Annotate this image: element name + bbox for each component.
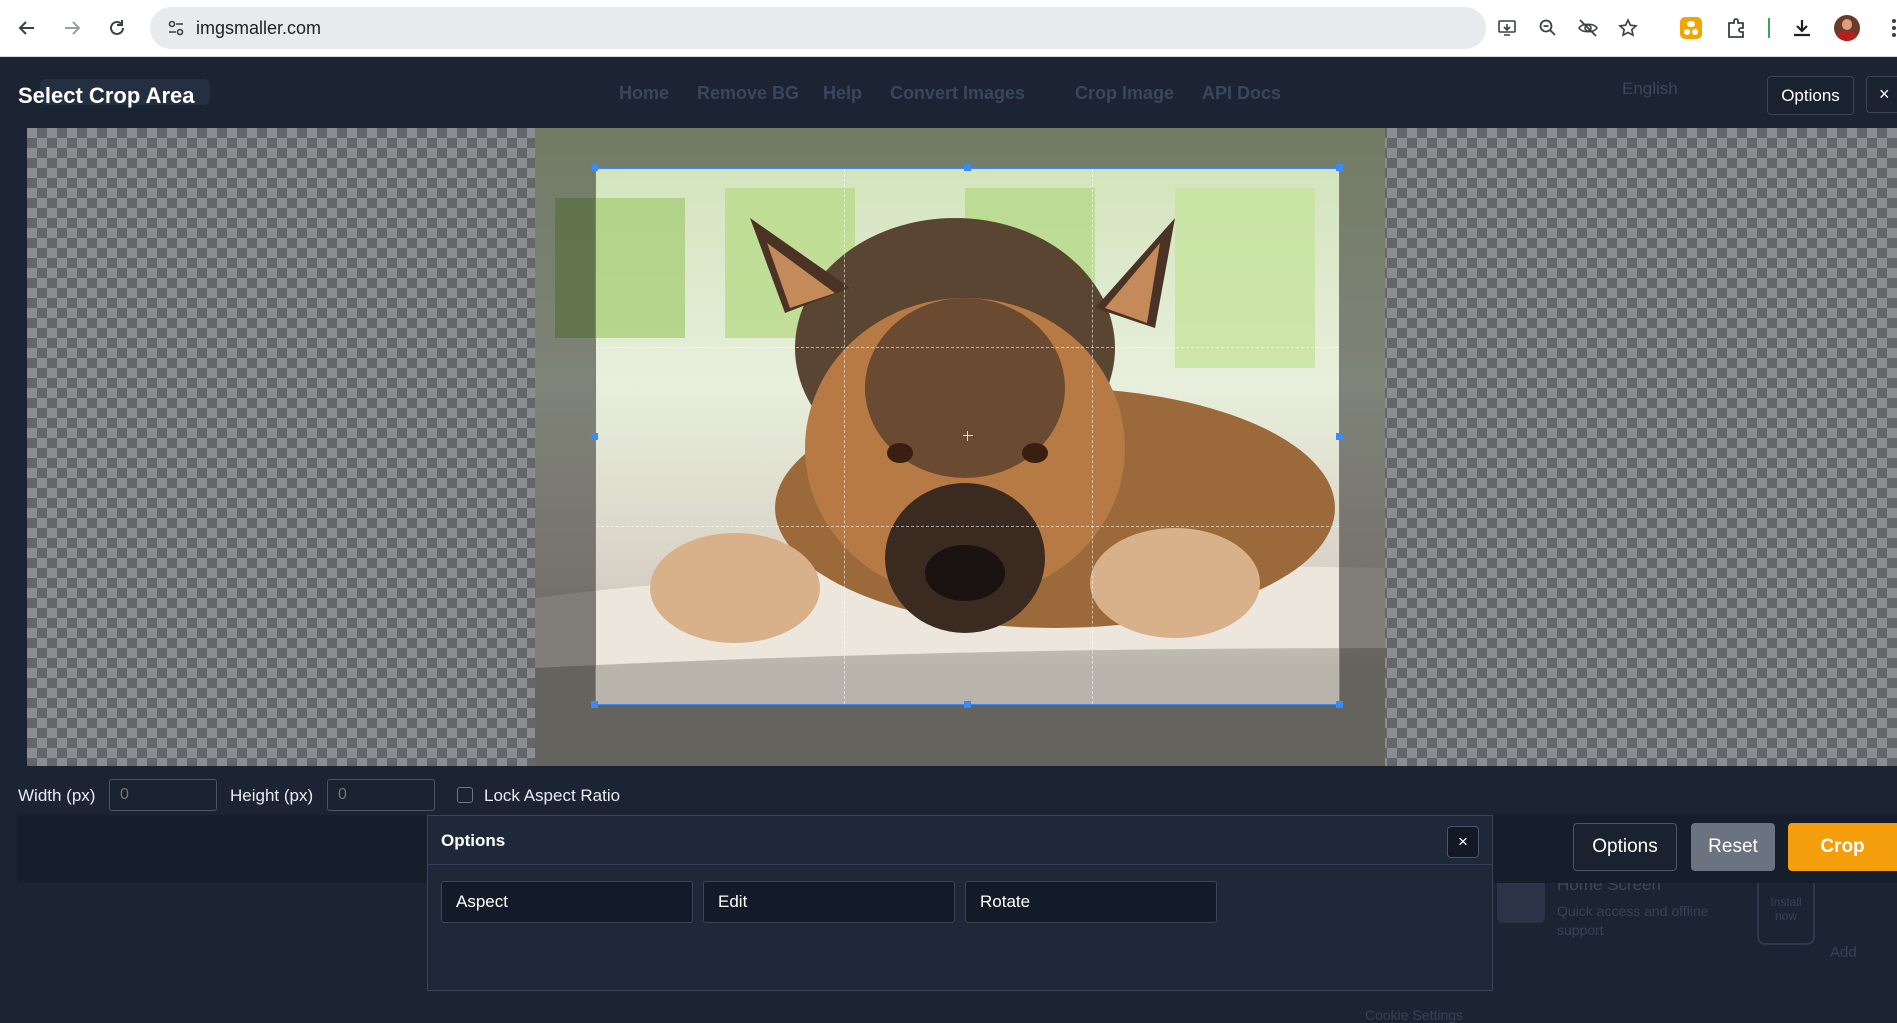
back-button[interactable] xyxy=(10,11,44,45)
footer-options-button[interactable]: Options xyxy=(1573,823,1677,871)
height-input[interactable] xyxy=(327,779,435,811)
crop-center-icon xyxy=(963,431,973,441)
options-popup-title: Options xyxy=(441,831,506,850)
puzzle-icon[interactable] xyxy=(1722,14,1750,42)
crop-selection[interactable] xyxy=(595,168,1340,705)
eye-off-icon[interactable] xyxy=(1576,16,1600,40)
crop-handle-sw[interactable] xyxy=(591,701,598,708)
edit-button[interactable]: Edit xyxy=(703,881,955,923)
install-app-icon[interactable] xyxy=(1495,16,1519,40)
page: Home Remove BG Help Convert Images Crop … xyxy=(0,57,1897,1023)
crop-outside-top xyxy=(535,128,1385,168)
modal-title: Select Crop Area xyxy=(18,83,195,108)
back-arrow-icon xyxy=(18,21,34,35)
reset-button[interactable]: Reset xyxy=(1691,823,1775,871)
lock-aspect-label[interactable]: Lock Aspect Ratio xyxy=(484,786,620,806)
crop-handle-n[interactable] xyxy=(964,164,971,171)
crop-grid-line xyxy=(596,347,1339,348)
toolbar-divider xyxy=(1768,18,1770,38)
height-label: Height (px) xyxy=(230,786,314,805)
width-label: Width (px) xyxy=(18,786,96,805)
close-icon: × xyxy=(1879,84,1890,104)
rotate-button[interactable]: Rotate xyxy=(965,881,1217,923)
crop-grid-line xyxy=(844,169,845,704)
bg-nav-api: API Docs xyxy=(1202,83,1282,103)
header-options-button[interactable]: Options xyxy=(1767,76,1854,115)
crop-handle-se[interactable] xyxy=(1336,701,1343,708)
menu-icon[interactable] xyxy=(1880,14,1897,42)
reset-label: Reset xyxy=(1708,836,1758,857)
footer-options-label: Options xyxy=(1592,836,1658,857)
options-popup: Options × Aspect Edit Rotate xyxy=(427,815,1493,991)
crop-handle-s[interactable] xyxy=(964,701,971,708)
modal-close-button[interactable]: × xyxy=(1866,76,1897,113)
browser-toolbar: imgsmaller.com xyxy=(0,0,1897,57)
url-text[interactable]: imgsmaller.com xyxy=(196,7,321,49)
lock-aspect-checkbox[interactable] xyxy=(457,787,473,803)
crop-label: Crop xyxy=(1820,836,1865,857)
reload-icon xyxy=(110,20,124,35)
bg-add-label: Add xyxy=(1830,944,1857,961)
crop-outside-left xyxy=(535,168,595,705)
forward-button[interactable] xyxy=(55,11,89,45)
crop-outside-bottom xyxy=(535,705,1385,766)
bg-nav-remove-bg: Remove BG xyxy=(697,83,800,103)
tune-icon[interactable] xyxy=(164,16,188,40)
bg-cookie-text: Cookie Settings xyxy=(1365,1007,1464,1023)
extension-icon[interactable] xyxy=(1677,14,1705,42)
forward-arrow-icon xyxy=(65,21,81,35)
bg-install-label: Install now xyxy=(1770,895,1802,923)
crop-grid-line xyxy=(1092,169,1093,704)
crop-outside-right xyxy=(1340,168,1385,705)
crop-grid-line xyxy=(596,526,1339,527)
close-icon: × xyxy=(1458,832,1468,851)
header-options-label: Options xyxy=(1781,85,1840,105)
options-popup-close-button[interactable]: × xyxy=(1447,826,1479,858)
crop-handle-e[interactable] xyxy=(1336,433,1343,440)
options-popup-header: Options × xyxy=(428,816,1492,865)
reload-button[interactable] xyxy=(100,11,134,45)
bg-install-button: Install now xyxy=(1757,877,1815,945)
bg-nav-crop: Crop Image xyxy=(1075,83,1175,103)
address-bar[interactable]: imgsmaller.com xyxy=(150,7,1638,49)
bg-promo-subtitle: Quick access and offline support xyxy=(1557,903,1709,938)
crop-button[interactable]: Crop xyxy=(1788,823,1897,871)
crop-handle-ne[interactable] xyxy=(1336,164,1343,171)
crop-handle-nw[interactable] xyxy=(591,164,598,171)
bg-nav-home: Home xyxy=(619,83,670,103)
download-icon[interactable] xyxy=(1788,14,1816,42)
zoom-icon[interactable] xyxy=(1536,16,1560,40)
bg-language: English xyxy=(1622,79,1678,98)
bg-nav-convert: Convert Images xyxy=(890,83,1026,103)
crop-handle-w[interactable] xyxy=(591,433,598,440)
star-icon[interactable] xyxy=(1616,16,1640,40)
bg-nav-help: Help xyxy=(823,83,863,103)
avatar[interactable] xyxy=(1833,14,1861,42)
width-input[interactable] xyxy=(109,779,217,811)
crop-canvas[interactable] xyxy=(27,128,1897,766)
aspect-button[interactable]: Aspect xyxy=(441,881,693,923)
